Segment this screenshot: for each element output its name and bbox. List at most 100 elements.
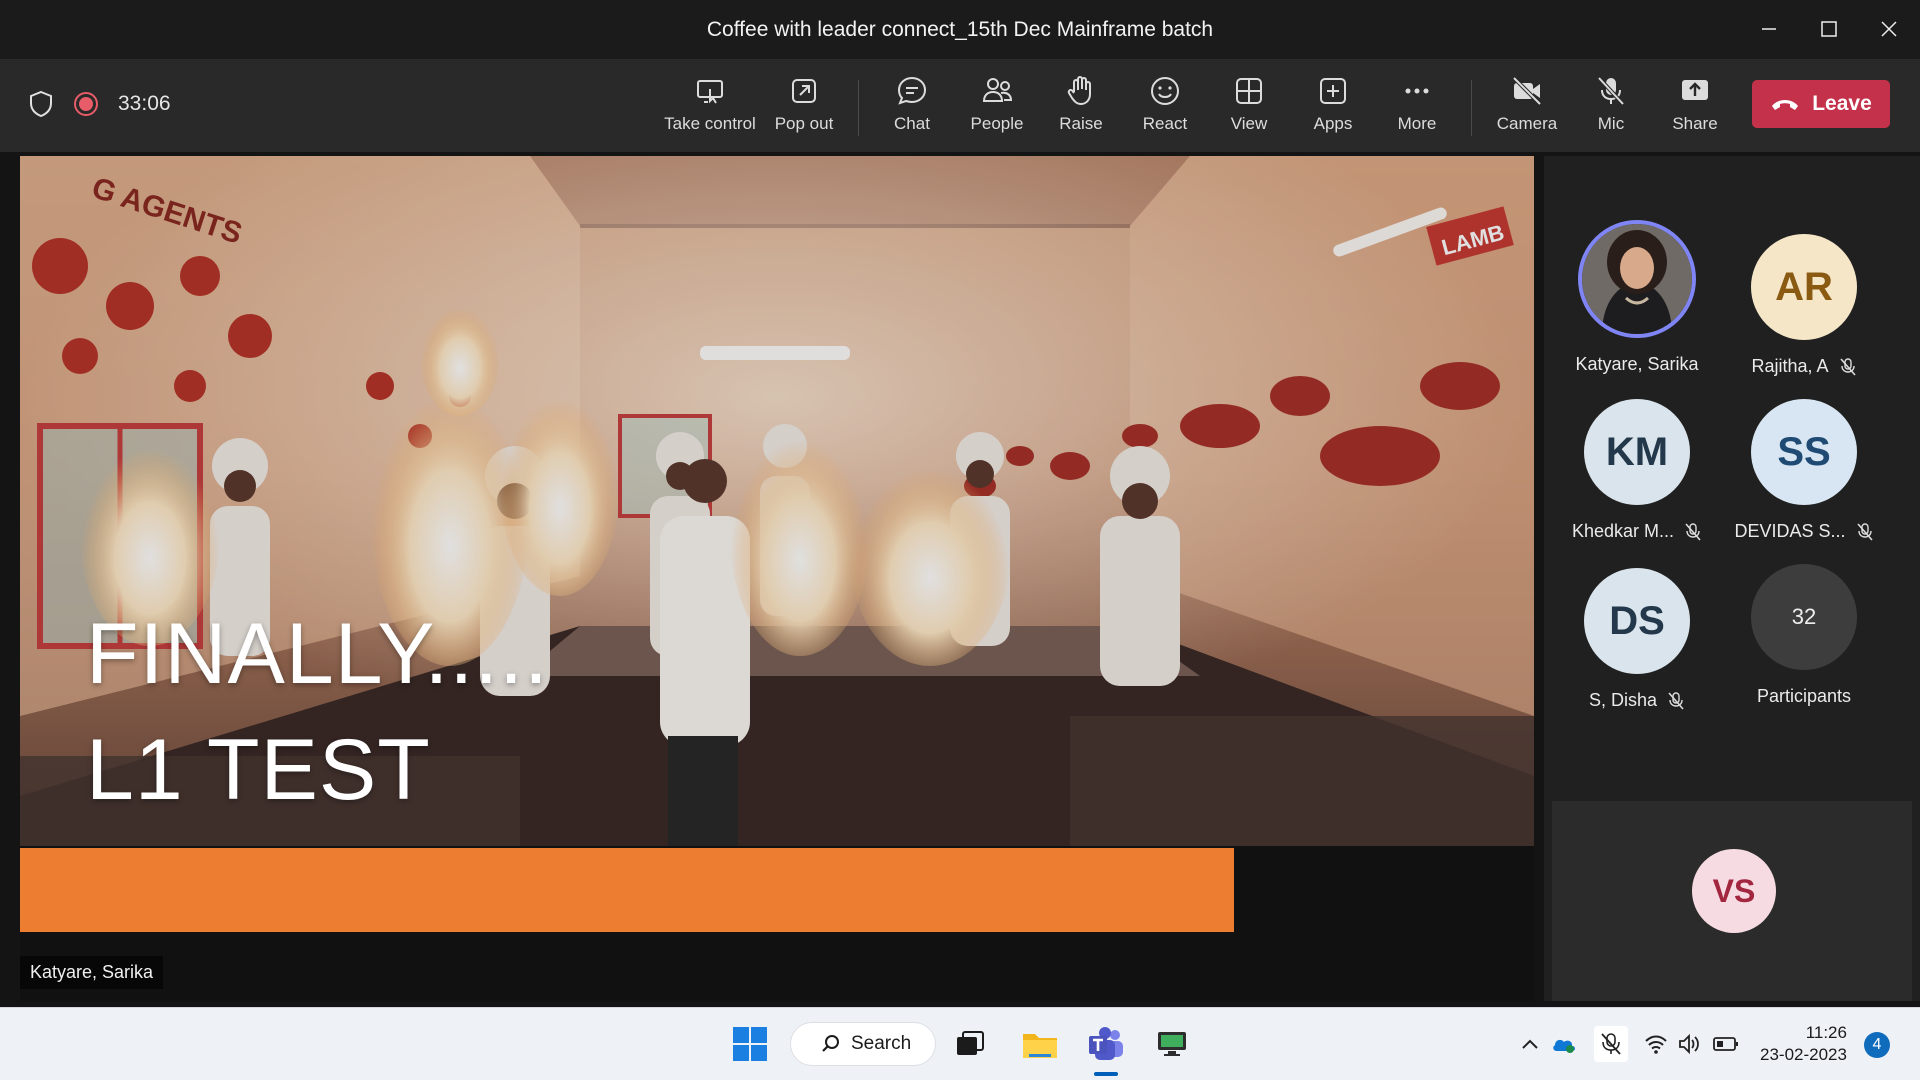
participant-name: DEVIDAS S... bbox=[1734, 521, 1873, 542]
search-label: Search bbox=[851, 1033, 912, 1054]
raise-label: Raise bbox=[1059, 114, 1103, 133]
teams-taskbar-button[interactable] bbox=[1084, 1022, 1128, 1076]
take-control-label: Take control bbox=[664, 114, 756, 133]
participants-overflow-tile[interactable]: 32 Participants bbox=[1714, 564, 1894, 707]
avatar: SS bbox=[1751, 399, 1857, 505]
avatar: AR bbox=[1751, 234, 1857, 340]
view-button[interactable]: View bbox=[1201, 74, 1297, 134]
smiley-icon bbox=[1151, 77, 1179, 105]
slide-title-line2: L1 TEST bbox=[86, 722, 431, 818]
view-label: View bbox=[1230, 114, 1268, 133]
pop-out-button[interactable]: Pop out bbox=[756, 74, 852, 134]
participant-tile[interactable]: DS S, Disha bbox=[1547, 568, 1727, 711]
active-app-indicator bbox=[1094, 1072, 1118, 1076]
chat-label: Chat bbox=[894, 114, 930, 133]
onedrive-tray-button[interactable] bbox=[1550, 1030, 1578, 1058]
meeting-stage: G AGENTS LAMB FINALLY..... L1 TEST Katya… bbox=[0, 152, 1920, 1007]
pop-out-icon bbox=[792, 79, 816, 103]
avatar bbox=[1578, 220, 1696, 338]
participant-tile[interactable]: Katyare, Sarika bbox=[1547, 220, 1727, 375]
recording-indicator-icon bbox=[74, 92, 98, 116]
take-control-icon bbox=[697, 80, 723, 104]
slide-accent-bar bbox=[20, 848, 1234, 932]
share-screen-icon bbox=[1682, 80, 1708, 100]
presenter-name-tag: Katyare, Sarika bbox=[20, 956, 164, 989]
mic-label: Mic bbox=[1597, 114, 1625, 133]
battery-icon bbox=[1713, 1037, 1738, 1051]
taskbar-clock[interactable]: 11:26 23-02-2023 bbox=[1760, 1022, 1847, 1066]
monitor-icon bbox=[1158, 1032, 1186, 1056]
toolbar-divider bbox=[858, 80, 859, 136]
raise-hand-button[interactable]: Raise bbox=[1033, 74, 1129, 134]
close-icon bbox=[1881, 21, 1897, 37]
camera-button[interactable]: Camera bbox=[1479, 74, 1575, 134]
participant-name-text: Rajitha, A bbox=[1751, 356, 1829, 376]
task-view-button[interactable] bbox=[948, 1022, 992, 1066]
window-title: Coffee with leader connect_15th Dec Main… bbox=[706, 18, 1214, 41]
show-hidden-icons-button[interactable] bbox=[1516, 1030, 1544, 1058]
more-button[interactable]: More bbox=[1369, 74, 1465, 134]
participants-gallery: Katyare, Sarika AR Rajitha, A KM Khedkar… bbox=[1544, 156, 1920, 1001]
slide-title: FINALLY..... L1 TEST bbox=[86, 596, 549, 828]
leave-label: Leave bbox=[1812, 92, 1872, 115]
share-button[interactable]: Share bbox=[1647, 74, 1743, 134]
wifi-tray-button[interactable] bbox=[1642, 1030, 1670, 1058]
participant-tile[interactable]: KM Khedkar M... bbox=[1547, 399, 1727, 542]
close-window-button[interactable] bbox=[1874, 14, 1904, 44]
people-label: People bbox=[970, 114, 1024, 133]
shield-icon[interactable] bbox=[28, 90, 54, 118]
people-button[interactable]: People bbox=[949, 74, 1045, 134]
notification-badge[interactable]: 4 bbox=[1864, 1032, 1890, 1058]
mic-off-icon bbox=[1685, 522, 1701, 541]
self-view-tile[interactable]: VS bbox=[1552, 801, 1912, 1001]
mic-off-icon bbox=[1597, 76, 1625, 106]
minimize-icon bbox=[1762, 28, 1776, 30]
onedrive-cloud-icon bbox=[1553, 1039, 1575, 1053]
participant-tile[interactable]: AR Rajitha, A bbox=[1714, 234, 1894, 377]
taskbar-search[interactable]: Search bbox=[790, 1022, 936, 1066]
task-view-icon bbox=[957, 1031, 984, 1055]
meeting-toolbar: 33:06 Take control Pop out Chat People R… bbox=[0, 60, 1920, 152]
raise-hand-icon bbox=[1067, 76, 1091, 106]
take-control-button[interactable]: Take control bbox=[662, 74, 758, 134]
grid-view-icon bbox=[1236, 78, 1262, 104]
search-icon bbox=[822, 1035, 839, 1052]
speaker-icon bbox=[1679, 1034, 1699, 1054]
clock-time: 11:26 bbox=[1805, 1023, 1847, 1042]
participant-name-text: S, Disha bbox=[1588, 690, 1658, 710]
react-button[interactable]: React bbox=[1117, 74, 1213, 134]
mic-off-icon bbox=[1601, 1033, 1621, 1055]
mic-button[interactable]: Mic bbox=[1563, 74, 1659, 134]
slide-title-line1: FINALLY..... bbox=[86, 606, 549, 702]
file-explorer-button[interactable] bbox=[1018, 1022, 1062, 1066]
participant-tile[interactable]: SS DEVIDAS S... bbox=[1714, 399, 1894, 542]
participant-name: Khedkar M... bbox=[1572, 521, 1702, 542]
battery-tray-button[interactable] bbox=[1712, 1030, 1740, 1058]
pop-out-label: Pop out bbox=[774, 114, 834, 133]
remote-desktop-button[interactable] bbox=[1150, 1022, 1194, 1066]
avatar: DS bbox=[1584, 568, 1690, 674]
leave-button[interactable]: Leave bbox=[1752, 80, 1890, 128]
mic-off-icon bbox=[1856, 522, 1873, 541]
chevron-up-icon bbox=[1522, 1039, 1538, 1049]
chat-button[interactable]: Chat bbox=[864, 74, 960, 134]
avatar: KM bbox=[1584, 399, 1690, 505]
participant-name-text: Khedkar M... bbox=[1571, 521, 1675, 541]
volume-tray-button[interactable] bbox=[1676, 1030, 1704, 1058]
camera-label: Camera bbox=[1496, 114, 1558, 133]
maximize-button[interactable] bbox=[1814, 14, 1844, 44]
clock-date: 23-02-2023 bbox=[1760, 1045, 1847, 1064]
mic-off-icon bbox=[1668, 691, 1684, 710]
windows-logo-icon bbox=[733, 1027, 767, 1061]
participant-name: Katyare, Sarika bbox=[1575, 354, 1698, 375]
participant-name-text: DEVIDAS S... bbox=[1734, 521, 1846, 541]
start-button[interactable] bbox=[728, 1022, 772, 1066]
phone-hangup-icon bbox=[1772, 100, 1799, 110]
chat-icon bbox=[897, 76, 927, 105]
apps-button[interactable]: Apps bbox=[1285, 74, 1381, 134]
wifi-icon bbox=[1645, 1035, 1667, 1054]
mic-muted-tray-button[interactable] bbox=[1594, 1026, 1628, 1062]
shared-content: G AGENTS LAMB FINALLY..... L1 TEST Katya… bbox=[20, 156, 1534, 1001]
self-avatar: VS bbox=[1692, 849, 1776, 933]
minimize-button[interactable] bbox=[1754, 14, 1784, 44]
